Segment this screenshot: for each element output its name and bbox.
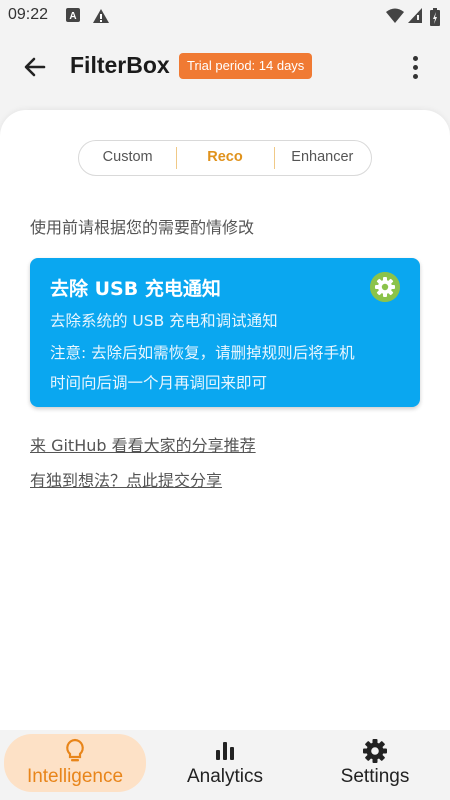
usage-hint: 使用前请根据您的需要酌情修改 bbox=[30, 218, 255, 237]
svg-text:A: A bbox=[69, 11, 76, 22]
tab-enhancer[interactable]: Enhancer bbox=[273, 141, 371, 175]
content-sheet: Custom Reco Enhancer 使用前请根据您的需要酌情修改 去除 U… bbox=[0, 110, 450, 730]
rule-settings-gear-icon[interactable] bbox=[370, 272, 400, 302]
warning-icon bbox=[93, 9, 109, 23]
bottom-navigation: Intelligence Analytics Settings bbox=[0, 730, 450, 800]
app-title: FilterBox bbox=[70, 52, 170, 78]
status-bar: 09:22 A bbox=[0, 0, 450, 32]
app-notification-icon: A bbox=[66, 8, 80, 22]
back-arrow-icon[interactable] bbox=[18, 50, 52, 84]
rule-note-line1: 注意: 去除后如需恢复，请删掉规则后将手机 bbox=[50, 344, 355, 362]
gear-icon bbox=[363, 739, 387, 763]
nav-settings-label: Settings bbox=[340, 766, 410, 787]
more-options-icon[interactable] bbox=[404, 50, 426, 84]
github-share-link[interactable]: 来 GitHub 看看大家的分享推荐 bbox=[30, 432, 256, 456]
rule-subtitle: 去除系统的 USB 充电和调试通知 bbox=[50, 312, 278, 330]
status-time: 09:22 bbox=[8, 6, 49, 23]
nav-intelligence[interactable]: Intelligence bbox=[4, 734, 146, 792]
trial-badge[interactable]: Trial period: 14 days bbox=[179, 53, 313, 79]
lightbulb-icon bbox=[66, 738, 84, 762]
wifi-icon bbox=[386, 8, 404, 23]
submit-share-link[interactable]: 有独到想法？点此提交分享 bbox=[30, 467, 222, 491]
rule-title: 去除 USB 充电通知 bbox=[50, 278, 221, 300]
nav-analytics[interactable]: Analytics bbox=[165, 734, 285, 792]
nav-analytics-label: Analytics bbox=[186, 766, 264, 787]
mode-segmented-control: Custom Reco Enhancer bbox=[78, 140, 372, 176]
tab-reco[interactable]: Reco bbox=[176, 141, 273, 175]
bar-chart-icon bbox=[216, 742, 234, 760]
battery-icon bbox=[430, 8, 440, 26]
nav-intelligence-label: Intelligence bbox=[26, 766, 124, 787]
tab-custom[interactable]: Custom bbox=[79, 141, 176, 175]
nav-settings[interactable]: Settings bbox=[320, 734, 430, 792]
rule-note-line2: 时间向后调一个月再调回来即可 bbox=[50, 374, 268, 392]
app-bar: FilterBox Trial period: 14 days bbox=[0, 32, 450, 102]
rule-card[interactable]: 去除 USB 充电通知 去除系统的 USB 充电和调试通知 注意: 去除后如需恢… bbox=[30, 258, 420, 407]
signal-icon bbox=[408, 8, 422, 23]
